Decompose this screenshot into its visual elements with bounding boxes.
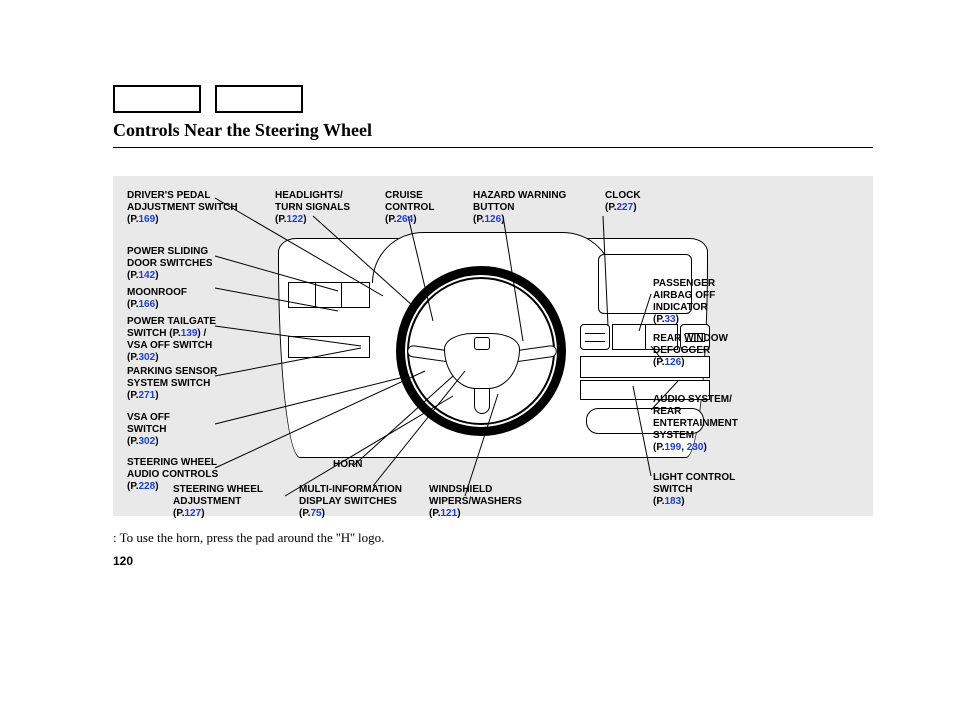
page-link-127[interactable]: 127 xyxy=(185,508,202,519)
page-link-75[interactable]: 75 xyxy=(311,508,322,519)
page-link-33[interactable]: 33 xyxy=(665,314,676,325)
page-title: Controls Near the Steering Wheel xyxy=(113,120,873,145)
callout-horn: HORN xyxy=(333,459,362,471)
callout-drivers-pedal: DRIVER'S PEDAL ADJUSTMENT SWITCH (P.169) xyxy=(127,190,238,226)
title-rule xyxy=(113,147,873,148)
page-link-142[interactable]: 142 xyxy=(139,270,156,281)
page-link-183[interactable]: 183 xyxy=(665,496,682,507)
header-box-right xyxy=(215,85,303,113)
page-link-126b[interactable]: 126 xyxy=(665,357,682,368)
page-link-166[interactable]: 166 xyxy=(139,299,156,310)
callout-vsa-off: VSA OFF SWITCH (P.302) xyxy=(127,412,170,448)
page-link-199[interactable]: 199 xyxy=(665,442,682,453)
callout-clock: CLOCK (P.227) xyxy=(605,190,641,214)
callout-cruise: CRUISE CONTROL (P.264) xyxy=(385,190,434,226)
page-link-122[interactable]: 122 xyxy=(287,214,304,225)
header-box-left xyxy=(113,85,201,113)
header-boxes xyxy=(113,85,303,113)
callout-wheel-adjust: STEERING WHEEL ADJUSTMENT (P.127) xyxy=(173,484,263,520)
leader-lines xyxy=(113,176,873,516)
callout-light-control: LIGHT CONTROL SWITCH (P.183) xyxy=(653,472,735,508)
page-link-169[interactable]: 169 xyxy=(139,214,156,225)
callout-hazard: HAZARD WARNING BUTTON (P.126) xyxy=(473,190,566,226)
callout-windshield: WINDSHIELD WIPERS/WASHERS (P.121) xyxy=(429,484,522,520)
callout-power-sliding: POWER SLIDING DOOR SWITCHES (P.142) xyxy=(127,246,213,282)
callout-moonroof: MOONROOF (P.166) xyxy=(127,287,187,311)
callout-audio-system: AUDIO SYSTEM/ REAR ENTERTAINMENT SYSTEM … xyxy=(653,394,738,454)
callout-rear-defogger: REAR WINDOW DEFOGGER (P.126) xyxy=(653,333,728,369)
page-link-230[interactable]: 230 xyxy=(687,442,704,453)
page-number: 120 xyxy=(113,554,873,568)
page-link-227[interactable]: 227 xyxy=(617,202,634,213)
diagram-figure: DRIVER'S PEDAL ADJUSTMENT SWITCH (P.169)… xyxy=(113,176,873,516)
footnote-text: : To use the horn, press the pad around … xyxy=(113,530,873,546)
page-link-228[interactable]: 228 xyxy=(139,481,156,492)
page-link-264[interactable]: 264 xyxy=(397,214,414,225)
callout-headlights: HEADLIGHTS/ TURN SIGNALS (P.122) xyxy=(275,190,350,226)
page-link-121[interactable]: 121 xyxy=(441,508,458,519)
callout-parking-sensor: PARKING SENSOR SYSTEM SWITCH (P.271) xyxy=(127,366,217,402)
page-link-271[interactable]: 271 xyxy=(139,390,156,401)
callout-passenger-airbag: PASSENGER AIRBAG OFF INDICATOR (P.33) xyxy=(653,278,715,326)
callout-power-tailgate: POWER TAILGATE SWITCH (P.139) / VSA OFF … xyxy=(127,316,216,364)
page-link-139[interactable]: 139 xyxy=(181,328,198,339)
page-link-302b[interactable]: 302 xyxy=(139,436,156,447)
callout-multi-info: MULTI-INFORMATION DISPLAY SWITCHES (P.75… xyxy=(299,484,402,520)
page-link-302a[interactable]: 302 xyxy=(139,352,156,363)
page-link-126a[interactable]: 126 xyxy=(485,214,502,225)
